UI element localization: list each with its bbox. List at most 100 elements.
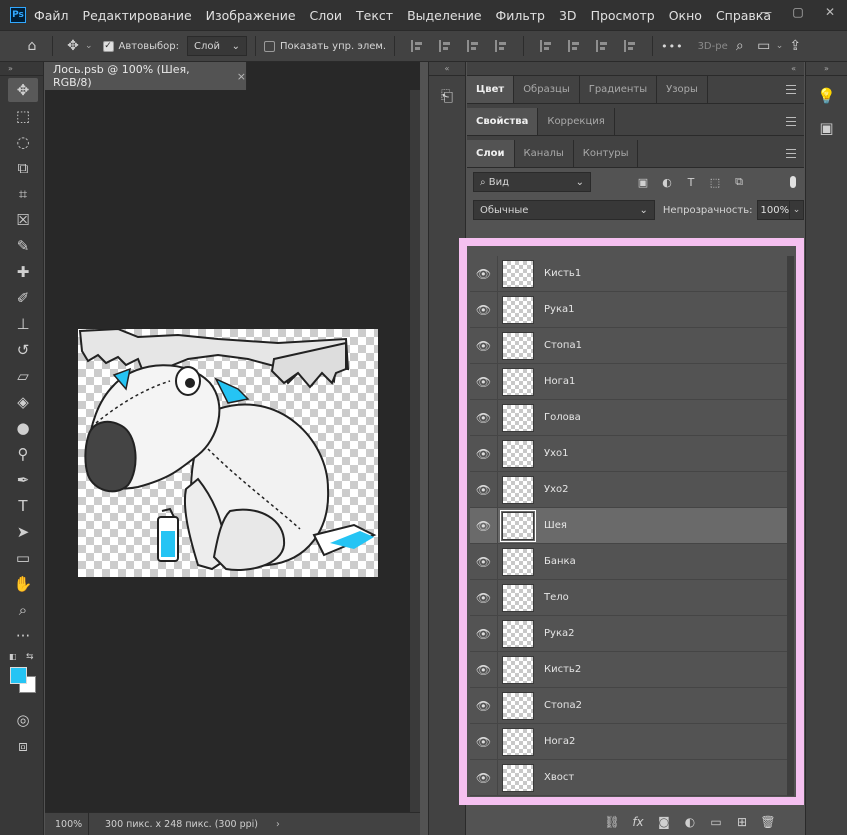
layer-row[interactable]: 👁 Ухо2 — [470, 471, 787, 508]
menu-layers[interactable]: Слои — [310, 8, 343, 23]
chevron-down-icon[interactable]: ⌄ — [776, 41, 784, 51]
type-filter-icon[interactable]: T — [679, 176, 703, 189]
visibility-eye-icon[interactable]: 👁 — [470, 399, 498, 436]
swap-colors-icon[interactable]: ⇆ — [26, 652, 34, 662]
tab-channels[interactable]: Каналы — [515, 140, 574, 167]
distribute-icon[interactable] — [495, 40, 507, 52]
learn-panel-icon[interactable]: 💡 — [815, 84, 839, 108]
pixel-filter-icon[interactable]: ▣ — [631, 176, 655, 189]
collapse-icon[interactable]: » — [806, 62, 847, 76]
tab-color[interactable]: Цвет — [467, 76, 515, 103]
menu-select[interactable]: Выделение — [407, 8, 481, 23]
visibility-eye-icon[interactable]: 👁 — [470, 435, 498, 472]
adjustment-layer-icon[interactable]: ◐ — [682, 815, 698, 829]
blend-mode-dropdown[interactable]: Обычные ⌄ — [473, 200, 655, 220]
tab-swatches[interactable]: Образцы — [514, 76, 580, 103]
maximize-button[interactable]: ▢ — [787, 4, 809, 20]
tab-paths[interactable]: Контуры — [574, 140, 639, 167]
add-mask-icon[interactable]: ◙ — [656, 815, 672, 829]
align-middle-icon[interactable] — [568, 40, 580, 52]
visibility-eye-icon[interactable]: 👁 — [470, 651, 498, 688]
history-panel-icon[interactable]: ⎗ — [435, 84, 459, 108]
foreground-color-swatch[interactable] — [10, 667, 27, 684]
path-select-tool-icon[interactable]: ➤ — [8, 520, 38, 544]
share-icon[interactable]: ⇪ — [783, 38, 807, 54]
layer-row-selected[interactable]: 👁 Шея — [470, 507, 787, 544]
search-icon[interactable]: ⌕ — [728, 38, 752, 54]
eyedropper-tool-icon[interactable]: ✎ — [8, 234, 38, 258]
libraries-panel-icon[interactable]: ▣ — [815, 116, 839, 140]
tab-patterns[interactable]: Узоры — [657, 76, 708, 103]
collapse-icon[interactable]: « — [467, 62, 804, 76]
marquee-tool-icon[interactable]: ⬚ — [8, 104, 38, 128]
more-options-icon[interactable]: ••• — [661, 40, 683, 53]
menu-type[interactable]: Текст — [356, 8, 393, 23]
layer-row[interactable]: 👁 Рука2 — [470, 615, 787, 652]
default-colors-icon[interactable]: ◧ — [9, 652, 17, 661]
new-group-icon[interactable]: ▭ — [708, 815, 724, 829]
tab-layers[interactable]: Слои — [467, 140, 515, 167]
zoom-level-field[interactable]: 100% — [45, 812, 89, 835]
show-transform-checkbox[interactable] — [264, 40, 276, 52]
layer-row[interactable]: 👁 Тело — [470, 579, 787, 616]
align-right-icon[interactable] — [467, 40, 479, 52]
layer-row[interactable]: 👁 Стопа1 — [470, 327, 787, 364]
workspace-icon[interactable]: ▭ — [752, 38, 776, 54]
layers-scrollbar[interactable] — [787, 256, 794, 796]
image-canvas[interactable] — [78, 329, 378, 577]
visibility-eye-icon[interactable]: 👁 — [470, 543, 498, 580]
panel-menu-icon[interactable] — [786, 149, 796, 158]
layer-row[interactable]: 👁 Стопа2 — [470, 687, 787, 724]
screen-mode-icon[interactable]: ⧈ — [8, 734, 38, 758]
close-tab-icon[interactable]: × — [237, 70, 246, 83]
visibility-eye-icon[interactable]: 👁 — [470, 615, 498, 652]
visibility-eye-icon[interactable]: 👁 — [470, 759, 498, 796]
brush-tool-icon[interactable]: ✐ — [8, 286, 38, 310]
smart-object-filter-icon[interactable]: ⧉ — [727, 175, 751, 189]
stamp-tool-icon[interactable]: ⊥ — [8, 312, 38, 336]
rectangle-tool-icon[interactable]: ▭ — [8, 546, 38, 570]
layer-row[interactable]: 👁 Нога2 — [470, 723, 787, 760]
menu-image[interactable]: Изображение — [206, 8, 296, 23]
panel-menu-icon[interactable] — [786, 117, 796, 126]
tab-gradients[interactable]: Градиенты — [580, 76, 658, 103]
layer-row[interactable]: 👁 Рука1 — [470, 291, 787, 328]
visibility-eye-icon[interactable]: 👁 — [470, 363, 498, 400]
filter-toggle[interactable] — [790, 176, 796, 188]
layer-row[interactable]: 👁 Хвост — [470, 759, 787, 796]
move-tool-icon[interactable]: ✥ — [61, 38, 85, 54]
layer-row[interactable]: 👁 Ухо1 — [470, 435, 787, 472]
object-select-tool-icon[interactable]: ⧉ — [8, 156, 38, 180]
paint-bucket-tool-icon[interactable]: ◈ — [8, 390, 38, 414]
align-bottom-icon[interactable] — [596, 40, 608, 52]
layer-row[interactable]: 👁 Нога1 — [470, 363, 787, 400]
visibility-eye-icon[interactable]: 👁 — [470, 507, 498, 544]
align-center-icon[interactable] — [439, 40, 451, 52]
document-tab[interactable]: Лось.psb @ 100% (Шея, RGB/8) × — [45, 62, 247, 90]
layer-row[interactable]: 👁 Кисть1 — [470, 255, 787, 292]
visibility-eye-icon[interactable]: 👁 — [470, 327, 498, 364]
align-top-icon[interactable] — [540, 40, 552, 52]
layer-row[interactable]: 👁 Голова — [470, 399, 787, 436]
collapse-icon[interactable]: « — [429, 62, 465, 76]
tab-properties[interactable]: Свойства — [467, 108, 539, 135]
opacity-input[interactable]: 100% — [756, 200, 791, 220]
autoselect-checkbox[interactable] — [102, 40, 114, 52]
menu-3d[interactable]: 3D — [559, 8, 577, 23]
blur-tool-icon[interactable]: ● — [8, 416, 38, 440]
layer-style-icon[interactable]: fx — [630, 815, 646, 829]
distribute-vertical-icon[interactable] — [624, 40, 636, 52]
align-left-icon[interactable] — [411, 40, 423, 52]
shape-filter-icon[interactable]: ⬚ — [703, 176, 727, 189]
link-layers-icon[interactable]: ⛓ — [604, 815, 620, 829]
visibility-eye-icon[interactable]: 👁 — [470, 723, 498, 760]
chevron-down-icon[interactable]: ⌄ — [85, 41, 93, 51]
layer-filter-dropdown[interactable]: ⌕ Вид ⌄ — [473, 172, 591, 192]
autoselect-dropdown[interactable]: Слой ⌄ — [187, 36, 248, 56]
chevron-down-icon[interactable]: ⌄ — [790, 200, 804, 220]
new-layer-icon[interactable]: ⊞ — [734, 815, 750, 829]
visibility-eye-icon[interactable]: 👁 — [470, 471, 498, 508]
eraser-tool-icon[interactable]: ▱ — [8, 364, 38, 388]
quick-mask-icon[interactable]: ◎ — [8, 708, 38, 732]
type-tool-icon[interactable]: T — [8, 494, 38, 518]
